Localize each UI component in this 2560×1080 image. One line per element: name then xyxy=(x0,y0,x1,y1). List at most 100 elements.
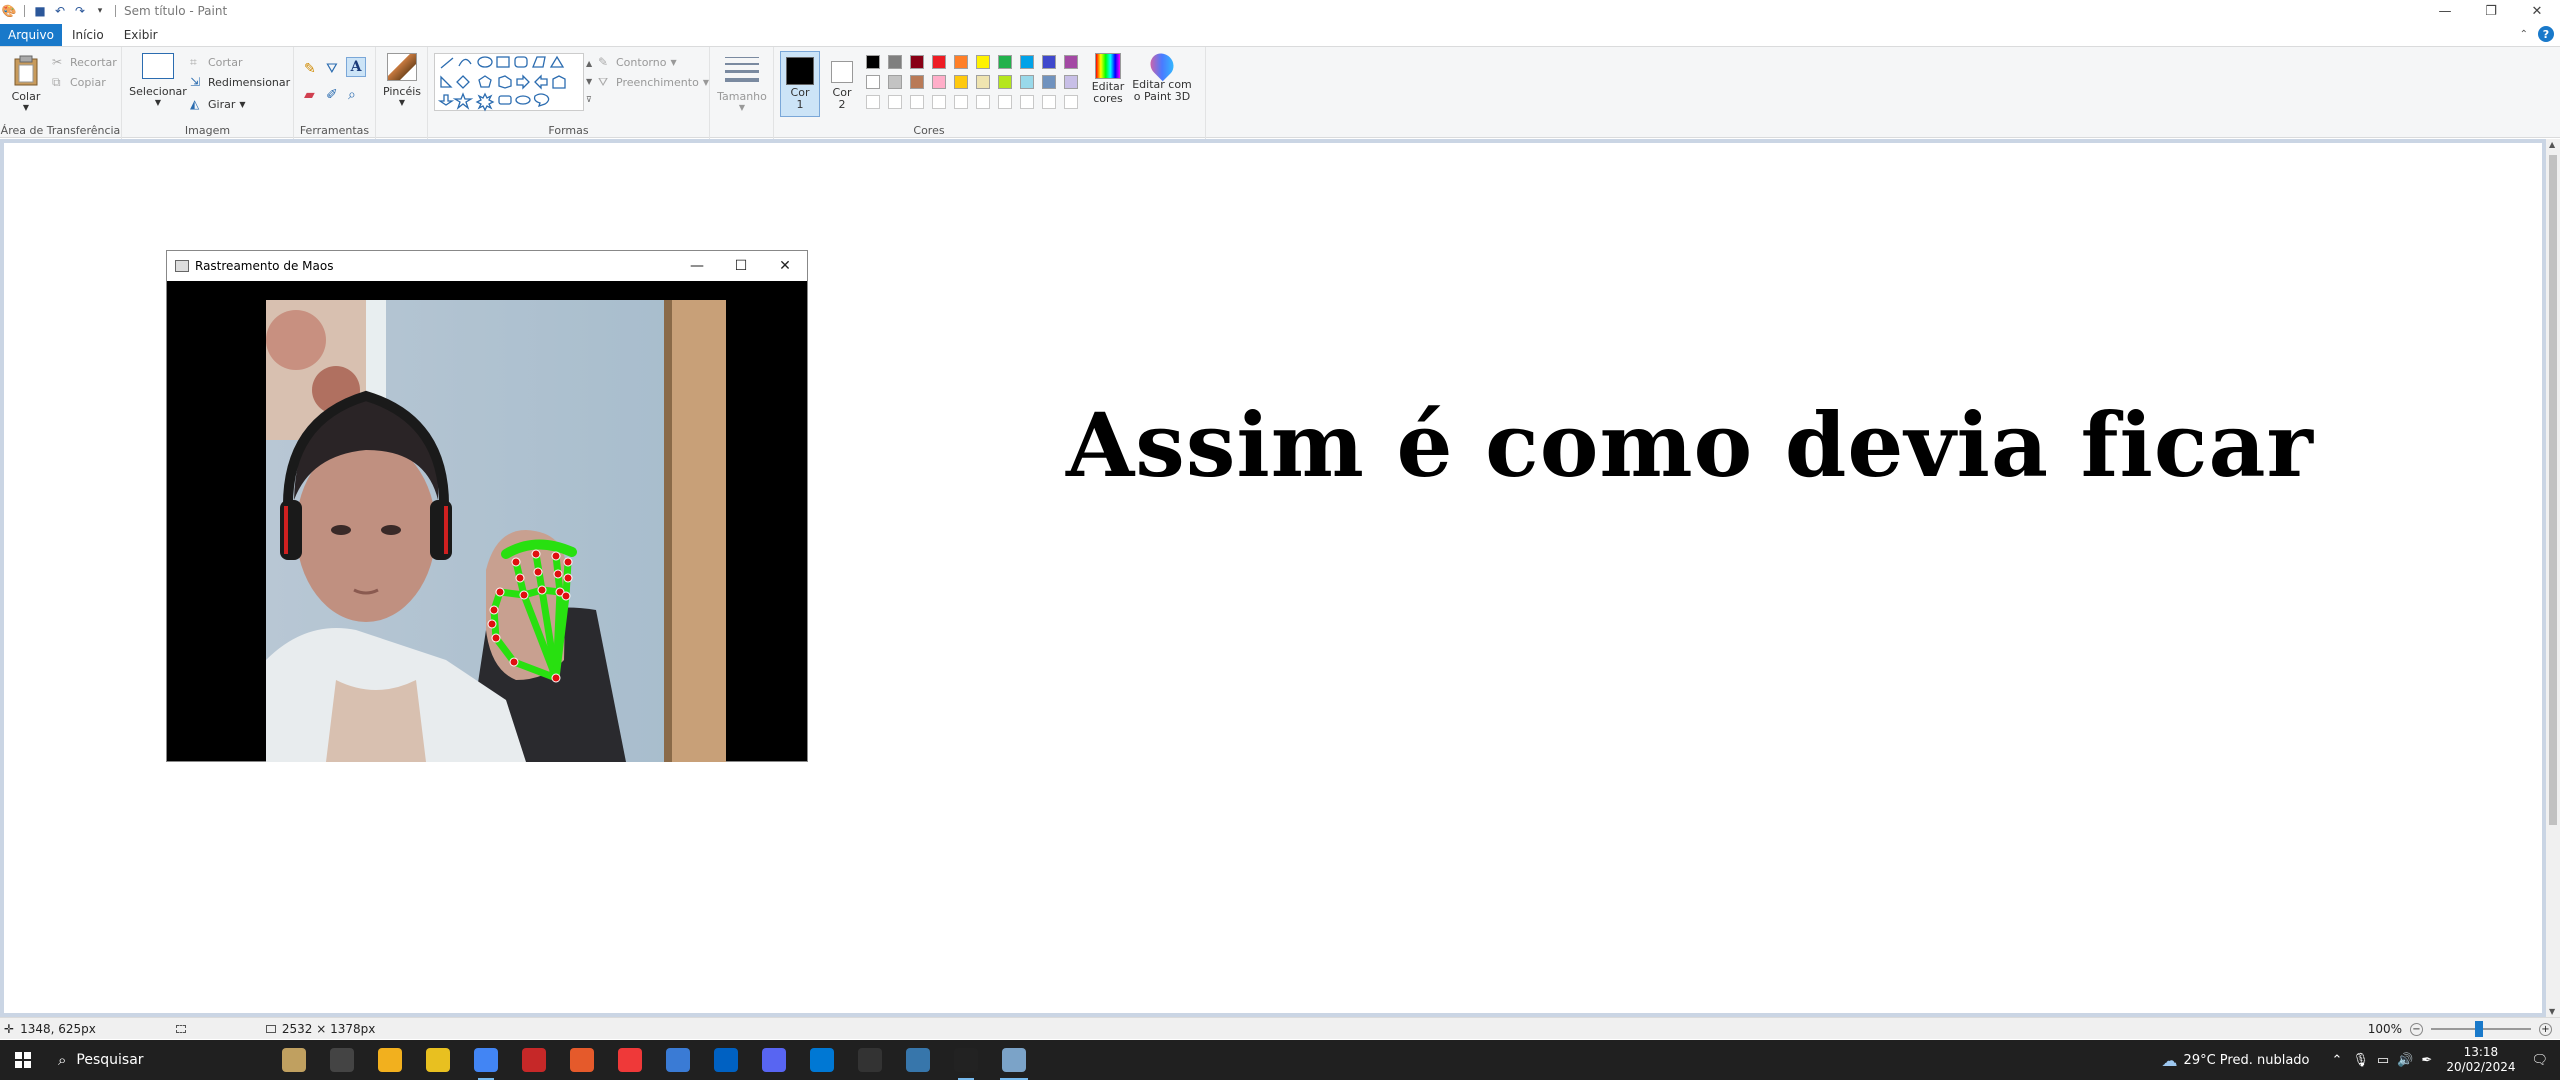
start-button[interactable] xyxy=(0,1040,46,1080)
scroll-down-icon[interactable]: ▼ xyxy=(2549,1007,2555,1016)
minimize-ribbon-icon[interactable]: ⌃ xyxy=(2520,29,2528,40)
color-swatch[interactable] xyxy=(976,75,990,89)
taskbar-search[interactable]: ⌕ Pesquisar xyxy=(46,1040,266,1080)
close-button[interactable]: ✕ xyxy=(2514,0,2560,22)
color-swatch[interactable] xyxy=(1064,55,1078,69)
zoom-slider[interactable] xyxy=(2431,1021,2531,1037)
magnifier-icon[interactable]: ⌕ xyxy=(348,87,356,103)
paint-app-icon[interactable]: 🎨 xyxy=(2,4,17,18)
taskbar-app[interactable] xyxy=(510,1040,558,1080)
zoom-out-icon[interactable]: − xyxy=(2410,1022,2423,1036)
scroll-up-icon[interactable]: ▲ xyxy=(2549,140,2555,149)
shapes-gallery[interactable] xyxy=(434,53,584,112)
tab-file[interactable]: Arquivo xyxy=(0,24,62,46)
color-swatch[interactable] xyxy=(910,55,924,69)
color-swatch[interactable] xyxy=(866,95,880,109)
taskbar-app[interactable] xyxy=(702,1040,750,1080)
color-picker-icon[interactable]: ✐ xyxy=(326,87,338,103)
taskbar-app[interactable] xyxy=(798,1040,846,1080)
redo-icon[interactable]: ↷ xyxy=(73,4,87,18)
pencil-icon[interactable]: ✎ xyxy=(304,61,316,77)
color-swatch[interactable] xyxy=(954,55,968,69)
color-swatch[interactable] xyxy=(932,55,946,69)
cam-minimize-button[interactable]: — xyxy=(675,251,719,281)
color-swatch[interactable] xyxy=(1042,55,1056,69)
color2-button[interactable]: Cor 2 xyxy=(824,51,860,117)
text-tool-icon[interactable]: A xyxy=(346,57,366,77)
color-swatch[interactable] xyxy=(954,95,968,109)
color-swatch[interactable] xyxy=(932,95,946,109)
outline-button[interactable]: ✎ Contorno ▼ xyxy=(598,55,677,69)
hand-tracking-titlebar[interactable]: Rastreamento de Maos — ☐ ✕ xyxy=(167,251,807,281)
taskbar-app[interactable] xyxy=(654,1040,702,1080)
color-swatch[interactable] xyxy=(998,75,1012,89)
notifications-icon[interactable]: 🗨 xyxy=(2531,1053,2548,1068)
volume-icon[interactable]: 🔊 xyxy=(2397,1053,2413,1068)
cam-close-button[interactable]: ✕ xyxy=(763,251,807,281)
color-swatch[interactable] xyxy=(1064,75,1078,89)
copy-button[interactable]: ⧉ Copiar xyxy=(52,75,106,89)
taskbar-app[interactable] xyxy=(366,1040,414,1080)
network-icon[interactable]: ▭ xyxy=(2377,1053,2389,1068)
taskbar-app[interactable] xyxy=(606,1040,654,1080)
resize-button[interactable]: ⇲ Redimensionar xyxy=(190,75,290,89)
scrollbar-thumb[interactable] xyxy=(2549,155,2557,825)
color-swatch[interactable] xyxy=(888,55,902,69)
brushes-button[interactable]: Pincéis ▼ xyxy=(380,53,424,107)
taskbar-app[interactable] xyxy=(990,1040,1038,1080)
zoom-in-icon[interactable]: + xyxy=(2539,1022,2552,1036)
color-swatch[interactable] xyxy=(1020,55,1034,69)
pen-icon[interactable]: ✒ xyxy=(2421,1053,2432,1068)
undo-icon[interactable]: ↶ xyxy=(53,4,67,18)
rotate-button[interactable]: ◭ Girar ▼ xyxy=(190,97,246,111)
help-icon[interactable]: ? xyxy=(2538,26,2554,42)
clock[interactable]: 13:18 20/02/2024 xyxy=(2436,1045,2525,1075)
color-swatch[interactable] xyxy=(954,75,968,89)
color-swatch[interactable] xyxy=(888,95,902,109)
taskbar-app[interactable] xyxy=(414,1040,462,1080)
color-swatch[interactable] xyxy=(866,75,880,89)
paint3d-button[interactable]: Editar com o Paint 3D xyxy=(1130,48,1194,103)
fill-button[interactable]: ⛛ Preenchimento ▼ xyxy=(598,75,709,89)
vertical-scrollbar[interactable]: ▲ ▼ xyxy=(2546,139,2560,1017)
taskbar-app[interactable] xyxy=(846,1040,894,1080)
color-swatch[interactable] xyxy=(998,95,1012,109)
restore-button[interactable]: ❐ xyxy=(2468,0,2514,22)
tab-view[interactable]: Exibir xyxy=(114,24,168,46)
fill-bucket-icon[interactable]: ⛛ xyxy=(326,61,338,77)
cut-button[interactable]: ✂ Recortar xyxy=(52,55,117,69)
cam-maximize-button[interactable]: ☐ xyxy=(719,251,763,281)
color-swatch[interactable] xyxy=(1042,95,1056,109)
taskbar-app[interactable] xyxy=(942,1040,990,1080)
taskbar-app[interactable] xyxy=(462,1040,510,1080)
color-swatch[interactable] xyxy=(910,75,924,89)
color-swatch[interactable] xyxy=(932,75,946,89)
color-swatch[interactable] xyxy=(866,55,880,69)
zoom-slider-knob[interactable] xyxy=(2475,1021,2483,1037)
color-swatch[interactable] xyxy=(998,55,1012,69)
taskbar-app[interactable] xyxy=(270,1040,318,1080)
color-swatch[interactable] xyxy=(910,95,924,109)
select-button[interactable]: Selecionar ▼ xyxy=(128,53,188,107)
color-swatch[interactable] xyxy=(976,95,990,109)
taskbar-app[interactable] xyxy=(894,1040,942,1080)
taskbar-app[interactable] xyxy=(750,1040,798,1080)
color-swatch[interactable] xyxy=(1020,75,1034,89)
minimize-button[interactable]: — xyxy=(2422,0,2468,22)
shapes-scroll-icon[interactable]: ▲ ▼ ⊽ xyxy=(586,55,592,109)
show-hidden-icons[interactable]: ⌃ xyxy=(2332,1053,2343,1068)
color1-button[interactable]: Cor 1 xyxy=(780,51,820,117)
color-swatch[interactable] xyxy=(1020,95,1034,109)
taskbar-app[interactable] xyxy=(318,1040,366,1080)
color-swatch[interactable] xyxy=(888,75,902,89)
color-swatch[interactable] xyxy=(1064,95,1078,109)
save-icon[interactable]: ■ xyxy=(33,4,47,18)
hand-tracking-window[interactable]: Rastreamento de Maos — ☐ ✕ xyxy=(166,250,808,762)
color-swatch[interactable] xyxy=(976,55,990,69)
crop-button[interactable]: ⌗ Cortar xyxy=(190,55,243,69)
paste-button[interactable]: Colar ▼ xyxy=(4,51,48,115)
edit-colors-button[interactable]: Editar cores xyxy=(1090,51,1126,105)
size-button[interactable]: Tamanho ▼ xyxy=(716,53,768,112)
weather-text[interactable]: 29°C Pred. nublado xyxy=(2184,1053,2310,1068)
customize-qat-icon[interactable]: ▾ xyxy=(93,4,107,18)
